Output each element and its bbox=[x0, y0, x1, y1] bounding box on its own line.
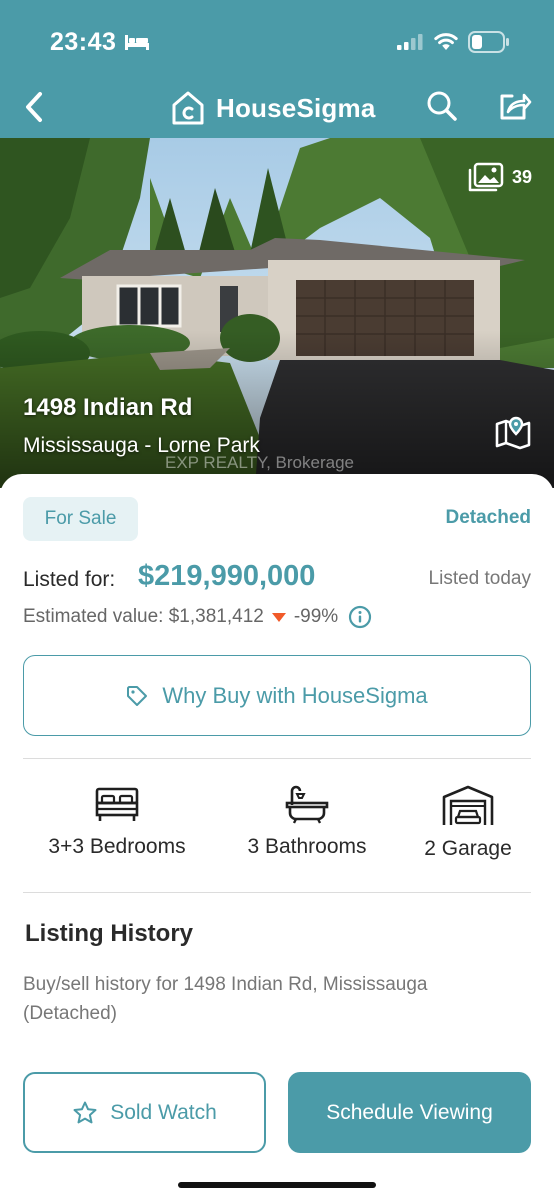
back-icon[interactable] bbox=[20, 90, 52, 124]
house-logo-icon bbox=[172, 91, 204, 125]
schedule-viewing-button[interactable]: Schedule Viewing bbox=[288, 1072, 531, 1153]
why-buy-button[interactable]: Why Buy with HouseSigma bbox=[23, 655, 531, 736]
estimated-value: Estimated value: $1,381,412 bbox=[23, 606, 264, 627]
status-bar: 23:43 bbox=[0, 0, 554, 82]
estimate-change: -99% bbox=[293, 606, 339, 627]
property-type: Detached bbox=[445, 507, 531, 528]
sold-watch-button[interactable]: Sold Watch bbox=[23, 1072, 266, 1153]
listed-date: Listed today bbox=[428, 568, 531, 589]
bedrooms-label: 3+3 Bedrooms bbox=[48, 835, 186, 858]
bathrooms-label: 3 Bathrooms bbox=[247, 835, 367, 858]
bathrooms-feature: 3 Bathrooms bbox=[232, 785, 382, 859]
tag-icon bbox=[127, 685, 148, 706]
listing-price: $219,990,000 bbox=[138, 560, 316, 592]
bathtub-icon bbox=[285, 785, 329, 824]
map-icon[interactable] bbox=[494, 416, 532, 450]
photo-count-value: 39 bbox=[511, 166, 532, 187]
bedrooms-feature: 3+3 Bedrooms bbox=[34, 785, 200, 859]
photo-count[interactable]: 39 bbox=[468, 162, 532, 192]
star-icon bbox=[73, 1101, 97, 1123]
listed-for-label: Listed for: bbox=[23, 568, 116, 591]
app-header: 23:43 HouseSigma bbox=[0, 0, 554, 138]
listing-history-description: Buy/sell history for 1498 Indian Rd, Mis… bbox=[23, 974, 428, 1024]
listing-area: Mississauga - Lorne Park bbox=[23, 434, 260, 457]
divider bbox=[23, 758, 531, 759]
listing-details-card: For Sale Detached Listed for: $219,990,0… bbox=[0, 474, 554, 1200]
why-buy-label: Why Buy with HouseSigma bbox=[162, 682, 428, 708]
status-time: 23:43 bbox=[50, 28, 117, 56]
estimated-value-row: Estimated value: $1,381,412 -99% bbox=[23, 605, 372, 629]
listing-address: 1498 Indian Rd bbox=[23, 394, 193, 421]
cellular-signal-icon bbox=[397, 34, 423, 50]
search-icon[interactable] bbox=[426, 90, 458, 122]
brand-name: HouseSigma bbox=[216, 92, 376, 123]
brand-logo: HouseSigma bbox=[170, 88, 376, 128]
sleep-mode-icon bbox=[125, 35, 149, 50]
garage-feature: 2 Garage bbox=[414, 785, 522, 861]
garage-label: 2 Garage bbox=[424, 837, 512, 860]
share-icon[interactable] bbox=[498, 90, 532, 122]
home-indicator[interactable] bbox=[178, 1182, 376, 1188]
battery-icon bbox=[468, 31, 509, 53]
info-icon[interactable] bbox=[348, 605, 372, 629]
divider bbox=[23, 892, 531, 893]
bed-icon bbox=[95, 787, 139, 821]
listing-photo[interactable]: 39 1498 Indian Rd EXP REALTY, Brokerage … bbox=[0, 138, 554, 488]
status-badge: For Sale bbox=[23, 497, 138, 541]
garage-icon bbox=[442, 785, 494, 825]
wifi-icon bbox=[434, 33, 458, 50]
down-arrow-icon bbox=[271, 612, 286, 622]
schedule-viewing-label: Schedule Viewing bbox=[326, 1100, 493, 1124]
gallery-icon bbox=[468, 162, 504, 192]
listing-history-title: Listing History bbox=[25, 920, 194, 947]
sold-watch-label: Sold Watch bbox=[110, 1100, 217, 1124]
